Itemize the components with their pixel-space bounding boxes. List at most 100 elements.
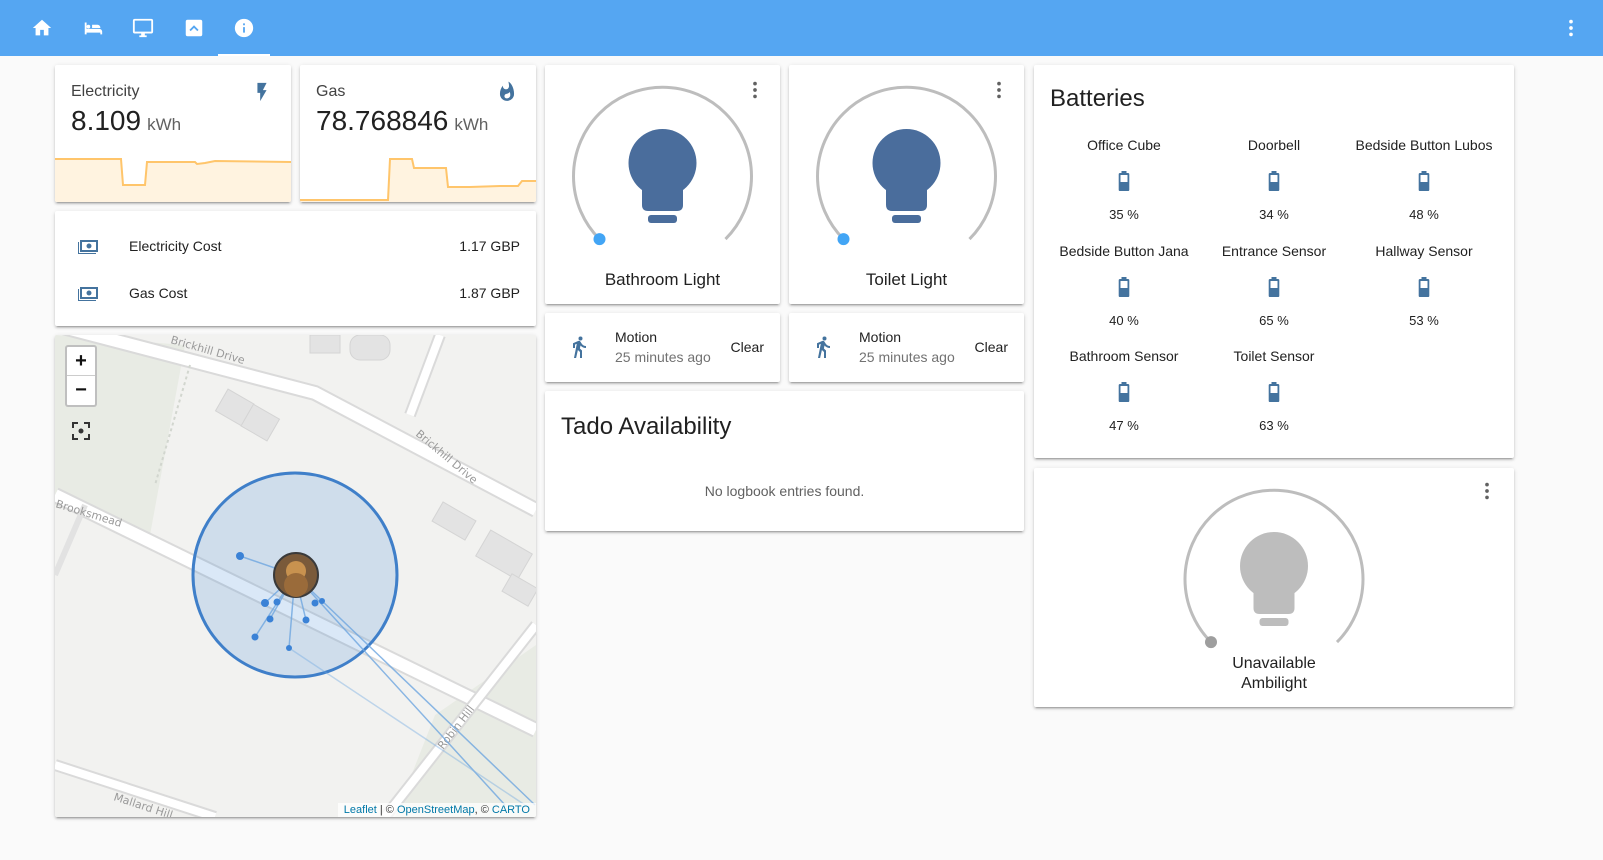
cash-icon: [77, 281, 101, 305]
battery-item[interactable]: Office Cube 35 %: [1049, 137, 1199, 222]
fit-map-button[interactable]: [69, 419, 93, 443]
monitor-icon: [132, 18, 154, 38]
osm-link[interactable]: OpenStreetMap: [397, 804, 475, 816]
sensor-name: Electricity: [71, 83, 140, 100]
lightbulb-icon[interactable]: [628, 129, 697, 223]
light-name: Toilet Light: [865, 270, 948, 289]
sensor-unit: kWh: [147, 115, 182, 134]
motion-card-bathroom[interactable]: Motion 25 minutes ago Clear: [545, 313, 780, 382]
attribution-separator: | ©: [376, 804, 397, 816]
fire-icon: [496, 81, 518, 103]
slider-handle: [1205, 636, 1217, 649]
tab-monitor[interactable]: [117, 0, 169, 56]
map-attribution: Leaflet | © OpenStreetMap, © CARTO: [337, 803, 536, 817]
brightness-slider[interactable]: [789, 65, 1024, 265]
electricity-sparkline: [55, 158, 291, 202]
sensor-value: 8.109 kWh: [71, 105, 182, 136]
battery-name: Bedside Button Lubos: [1355, 137, 1493, 153]
brightness-slider[interactable]: [545, 65, 780, 265]
motion-name: Motion: [859, 329, 902, 345]
battery-name: Toilet Sensor: [1233, 348, 1315, 364]
battery-item[interactable]: Bedside Button Lubos 48 %: [1349, 137, 1499, 222]
battery-name: Bedside Button Jana: [1059, 243, 1189, 259]
bathroom-light-card: Bathroom Light: [545, 65, 780, 304]
motion-name: Motion: [615, 329, 658, 345]
battery-value: 48 %: [1409, 207, 1439, 222]
battery-icon: [1412, 275, 1436, 299]
battery-name: Office Cube: [1087, 137, 1161, 153]
battery-icon: [1112, 275, 1136, 299]
entity-row-gas-cost[interactable]: Gas Cost 1.87 GBP: [77, 273, 520, 313]
entity-row-electricity-cost[interactable]: Electricity Cost 1.17 GBP: [77, 226, 520, 266]
tab-home[interactable]: [16, 0, 68, 56]
slider-handle: [593, 233, 606, 246]
battery-item[interactable]: Doorbell 34 %: [1199, 137, 1349, 222]
home-icon: [32, 19, 52, 36]
image-icon: [185, 19, 203, 37]
map-card[interactable]: Brickhill Drive Brickhill Drive Brooksme…: [55, 335, 536, 817]
walk-icon: [567, 335, 591, 359]
sensor-value: 78.768846 kWh: [316, 105, 489, 136]
battery-name: Hallway Sensor: [1375, 243, 1473, 259]
battery-item[interactable]: Bathroom Sensor 47 %: [1049, 348, 1199, 433]
ambilight-light-card: Unavailable Ambilight: [1034, 468, 1514, 707]
tab-info[interactable]: [218, 0, 270, 56]
entity-name: Electricity Cost: [129, 238, 222, 254]
gas-sensor-card[interactable]: Gas 78.768846 kWh: [300, 65, 536, 202]
battery-icon: [1262, 169, 1286, 193]
zoom-control: + −: [65, 345, 97, 407]
battery-name: Bathroom Sensor: [1069, 348, 1179, 364]
battery-item[interactable]: Toilet Sensor 63 %: [1199, 348, 1349, 433]
battery-icon: [1262, 380, 1286, 404]
lightbulb-icon[interactable]: [872, 129, 941, 223]
brightness-slider[interactable]: [1034, 468, 1514, 668]
carto-link[interactable]: CARTO: [492, 804, 530, 816]
battery-icon: [1412, 169, 1436, 193]
focus-icon: [72, 422, 90, 440]
light-name: Ambilight: [1241, 675, 1307, 692]
card-title: Tado Availability: [561, 413, 732, 440]
gas-sparkline: [300, 158, 536, 202]
lightbulb-icon[interactable]: [1240, 532, 1308, 626]
electricity-sensor-card[interactable]: Electricity 8.109 kWh: [55, 65, 291, 202]
motion-last-changed: 25 minutes ago: [615, 349, 711, 365]
battery-value: 35 %: [1109, 207, 1139, 222]
slider-handle: [837, 233, 850, 246]
battery-icon: [1112, 380, 1136, 404]
overflow-menu-button[interactable]: [1559, 16, 1583, 40]
battery-item[interactable]: Entrance Sensor 65 %: [1199, 243, 1349, 328]
battery-value: 34 %: [1259, 207, 1289, 222]
battery-value: 65 %: [1259, 313, 1289, 328]
card-title: Batteries: [1050, 85, 1145, 112]
dots-vertical-icon: [1569, 19, 1573, 37]
sensor-unit: kWh: [454, 115, 489, 134]
flash-icon: [251, 81, 273, 103]
zoom-in-button[interactable]: +: [67, 347, 95, 376]
battery-icon: [1262, 275, 1286, 299]
battery-item[interactable]: Bedside Button Jana 40 %: [1049, 243, 1199, 328]
leaflet-link[interactable]: Leaflet: [344, 804, 377, 816]
costs-entities-card: Electricity Cost 1.17 GBP Gas Cost 1.87 …: [55, 211, 536, 326]
battery-value: 63 %: [1259, 418, 1289, 433]
battery-item[interactable]: Hallway Sensor 53 %: [1349, 243, 1499, 328]
light-name: Bathroom Light: [604, 270, 721, 289]
motion-card-toilet[interactable]: Motion 25 minutes ago Clear: [789, 313, 1024, 382]
motion-state: Clear: [974, 339, 1008, 355]
cash-icon: [77, 234, 101, 258]
info-icon: [234, 18, 254, 38]
attribution-separator: , ©: [474, 804, 492, 816]
motion-state: Clear: [730, 339, 764, 355]
entity-value: 1.87 GBP: [459, 285, 520, 301]
entity-value: 1.17 GBP: [459, 238, 520, 254]
logbook-card: Tado Availability No logbook entries fou…: [545, 391, 1024, 531]
tab-image[interactable]: [168, 0, 220, 56]
entity-name: Gas Cost: [129, 285, 188, 301]
app-toolbar: [0, 0, 1603, 56]
tab-bedroom[interactable]: [67, 0, 119, 56]
empty-message: No logbook entries found.: [704, 483, 865, 499]
battery-name: Entrance Sensor: [1221, 243, 1327, 259]
toilet-light-card: Toilet Light: [789, 65, 1024, 304]
battery-icon: [1112, 169, 1136, 193]
zoom-out-button[interactable]: −: [67, 376, 95, 405]
sensor-name: Gas: [316, 83, 346, 100]
